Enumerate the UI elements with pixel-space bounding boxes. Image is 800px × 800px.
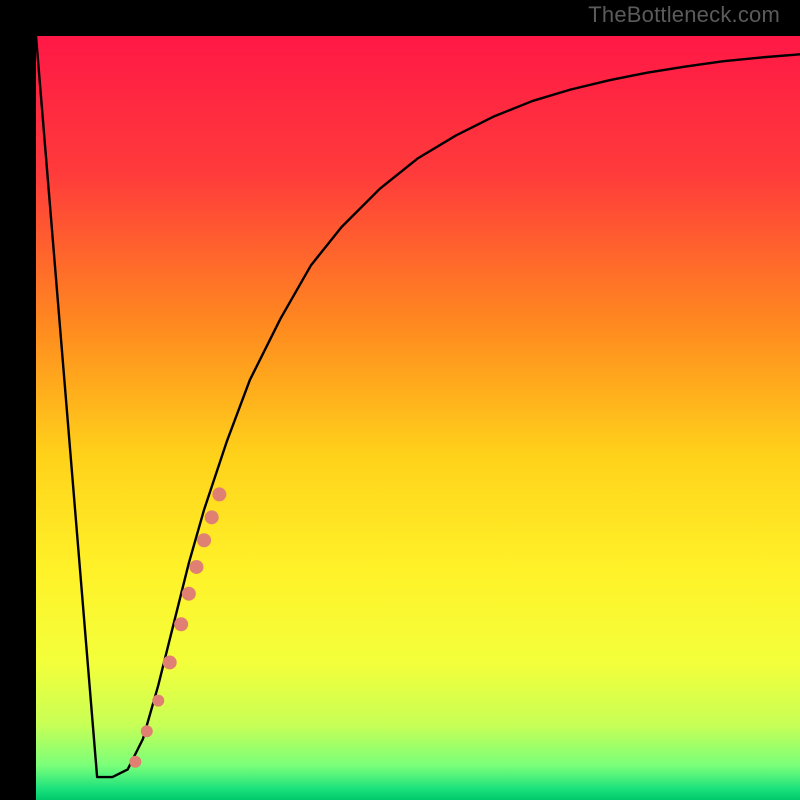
data-point-marker	[182, 587, 196, 601]
data-point-marker	[129, 756, 141, 768]
heat-gradient-background	[36, 36, 800, 800]
bottleneck-chart	[36, 36, 800, 800]
data-point-marker	[197, 533, 211, 547]
data-point-marker	[212, 487, 226, 501]
data-point-marker	[152, 695, 164, 707]
data-point-marker	[205, 510, 219, 524]
data-point-marker	[189, 560, 203, 574]
data-point-marker	[163, 655, 177, 669]
watermark-text: TheBottleneck.com	[588, 2, 780, 28]
chart-frame	[0, 0, 800, 800]
data-point-marker	[141, 725, 153, 737]
data-point-marker	[174, 617, 188, 631]
